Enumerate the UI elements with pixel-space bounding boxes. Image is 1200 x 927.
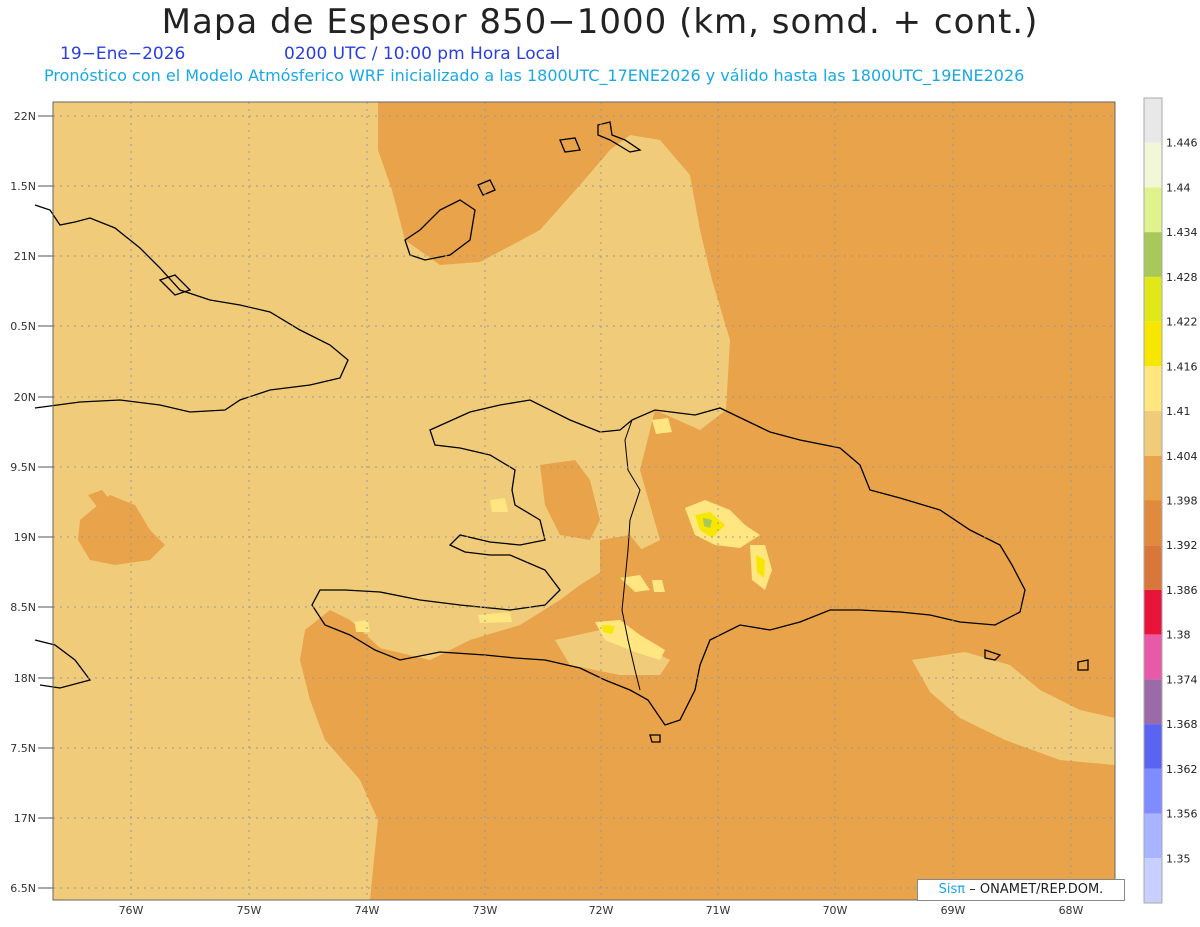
- credit-box: Sisπ – ONAMET/REP.DOM.: [917, 879, 1125, 901]
- longitude-label: 73W: [473, 904, 498, 917]
- colorbar-label: 1.404: [1166, 450, 1198, 463]
- colorbar-label: 1.374: [1166, 673, 1198, 686]
- colorbar-swatch: [1144, 858, 1162, 903]
- colorbar: 1.446 1.44 1.434 1.428 1.422 1.416 1.41 1.404 1.…: [1143, 97, 1198, 904]
- longitude-label: 69W: [941, 904, 966, 917]
- colorbar-swatch: [1144, 321, 1162, 367]
- credit-text: – ONAMET/REP.DOM.: [969, 882, 1104, 897]
- latitude-labels: 22N 1.5N 21N 0.5N 20N 9.5N 19N 8.5N 18N 7.5N 17N 6.…: [10, 110, 53, 895]
- colorbar-label: 1.386: [1166, 584, 1198, 597]
- colorbar-label: 1.38: [1166, 629, 1191, 642]
- latitude-label: 21N: [14, 250, 36, 263]
- longitude-labels: 76W 75W 74W 73W 72W 71W 70W 69W 68W: [119, 904, 1084, 917]
- colorbar-swatch: [1144, 366, 1162, 412]
- longitude-label: 68W: [1059, 904, 1084, 917]
- colorbar-swatch: [1144, 724, 1162, 769]
- longitude-label: 72W: [589, 904, 614, 917]
- colorbar-label: 1.434: [1166, 226, 1198, 239]
- latitude-label: 8.5N: [10, 601, 36, 614]
- colorbar-label: 1.44: [1166, 181, 1191, 194]
- latitude-label: 20N: [14, 391, 36, 404]
- latitude-label: 22N: [14, 110, 36, 123]
- longitude-label: 71W: [706, 904, 731, 917]
- colorbar-label: 1.446: [1166, 137, 1198, 150]
- colorbar-swatch: [1144, 187, 1162, 233]
- colorbar-label: 1.41: [1166, 405, 1191, 418]
- colorbar-swatch: [1144, 276, 1162, 322]
- colorbar-swatch: [1144, 232, 1162, 277]
- colorbar-swatch: [1144, 455, 1162, 501]
- colorbar-label: 1.392: [1166, 539, 1198, 552]
- colorbar-swatch: [1144, 589, 1162, 635]
- longitude-label: 70W: [823, 904, 848, 917]
- colorbar-swatch: [1144, 411, 1162, 456]
- latitude-label: 17N: [14, 812, 36, 825]
- colorbar-swatch: [1144, 142, 1162, 188]
- latitude-label: 18N: [14, 672, 36, 685]
- longitude-label: 74W: [355, 904, 380, 917]
- colorbar-label: 1.398: [1166, 495, 1198, 508]
- colorbar-label: 1.422: [1166, 316, 1198, 329]
- colorbar-label: 1.35: [1166, 852, 1191, 865]
- latitude-label: 19N: [14, 531, 36, 544]
- latitude-label: 1.5N: [10, 180, 36, 193]
- colorbar-label: 1.368: [1166, 718, 1198, 731]
- credit-brand: Sisπ: [938, 882, 966, 897]
- longitude-label: 76W: [119, 904, 144, 917]
- colorbar-swatch: [1144, 98, 1162, 143]
- colorbar-label: 1.362: [1166, 763, 1198, 776]
- colorbar-swatch: [1144, 500, 1162, 546]
- longitude-label: 75W: [237, 904, 262, 917]
- latitude-label: 7.5N: [10, 742, 36, 755]
- colorbar-label: 1.428: [1166, 271, 1198, 284]
- latitude-label: 0.5N: [10, 320, 36, 333]
- colorbar-label: 1.356: [1166, 808, 1198, 821]
- colorbar-swatch: [1144, 679, 1162, 725]
- colorbar-swatch: [1144, 634, 1162, 680]
- colorbar-swatch: [1144, 545, 1162, 590]
- colorbar-label: 1.416: [1166, 360, 1198, 373]
- latitude-label: 9.5N: [10, 461, 36, 474]
- colorbar-swatch: [1144, 813, 1162, 859]
- thickness-map: 22N 1.5N 21N 0.5N 20N 9.5N 19N 8.5N 18N 7.5N 17N 6.…: [10, 97, 1198, 917]
- colorbar-swatch: [1144, 768, 1162, 814]
- latitude-label: 6.5N: [10, 882, 36, 895]
